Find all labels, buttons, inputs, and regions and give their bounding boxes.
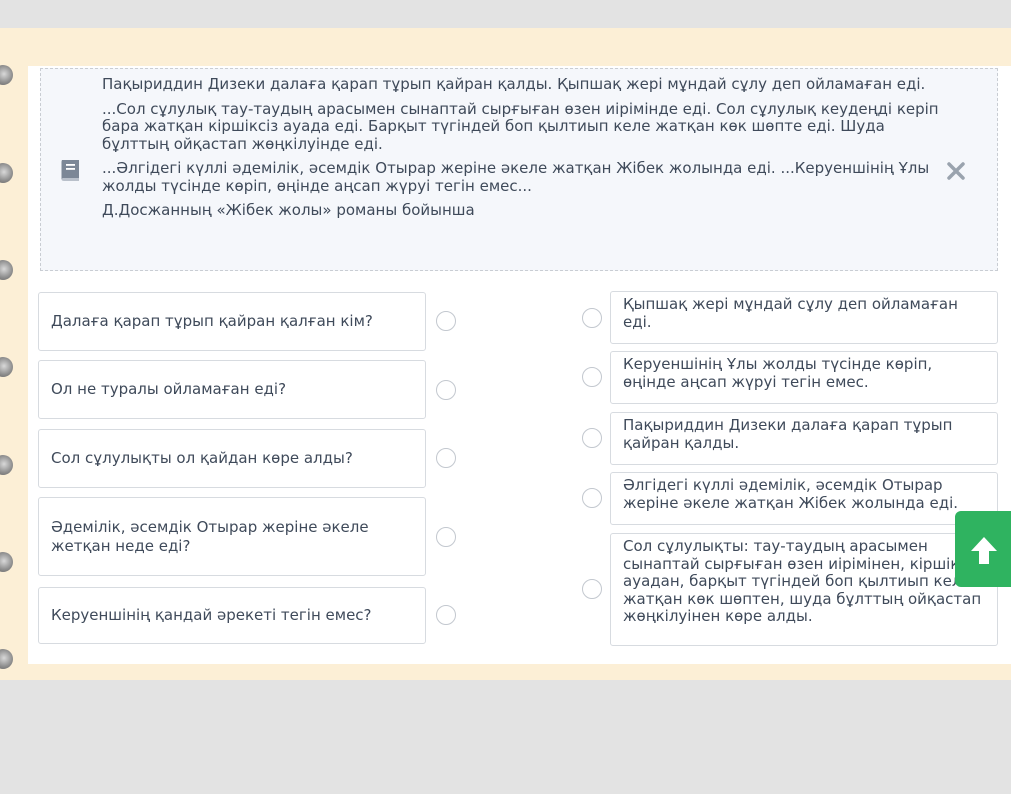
answer-card[interactable]: Әлгідегі күллі әдемілік, әсемдік Отырар …	[610, 472, 998, 525]
question-card[interactable]: Далаға қарап тұрып қайран қалған кім?	[38, 292, 426, 351]
answer-radio[interactable]	[582, 308, 602, 328]
arrow-up-icon	[971, 537, 997, 564]
question-card[interactable]: Сол сұлулықты ол қайдан көре алды?	[38, 429, 426, 488]
book-icon	[57, 157, 83, 183]
passage-paragraph: ...Әлгідегі күллі әдемілік, әсемдік Отыр…	[102, 159, 930, 195]
answer-text: Қыпшақ жері мұндай сұлу деп ойламаған ед…	[623, 295, 958, 331]
question-card[interactable]: Керуеншінің қандай әрекеті тегін емес?	[38, 587, 426, 644]
answer-card[interactable]: Пақыриддин Дизеки далаға қарап тұрып қай…	[610, 412, 998, 465]
question-text: Керуеншінің қандай әрекеті тегін емес?	[51, 606, 372, 624]
question-text: Әдемілік, әсемдік Отырар жеріне әкеле же…	[51, 517, 369, 555]
question-radio[interactable]	[436, 527, 456, 547]
answer-text: Сол сұлулықты: тау-таудың арасымен сынап…	[623, 537, 982, 625]
answer-radio[interactable]	[582, 579, 602, 599]
passage-paragraph: ...Сол сұлулық тау-таудың арасымен сынап…	[102, 99, 939, 153]
close-icon[interactable]	[944, 159, 968, 183]
question-card[interactable]: Ол не туралы ойламаған еді?	[38, 360, 426, 419]
answer-radio[interactable]	[582, 428, 602, 448]
answer-text: Керуеншінің Ұлы жолды түсінде көріп, өңі…	[623, 355, 933, 391]
answer-radio[interactable]	[582, 367, 602, 387]
passage-paragraph: Пақыриддин Дизеки далаға қарап тұрып қай…	[102, 75, 926, 93]
answer-text: Пақыриддин Дизеки далаға қарап тұрып қай…	[623, 416, 953, 452]
answer-card[interactable]: Сол сұлулықты: тау-таудың арасымен сынап…	[610, 533, 998, 646]
question-text: Сол сұлулықты ол қайдан көре алды?	[51, 449, 353, 467]
question-radio[interactable]	[436, 380, 456, 400]
question-radio[interactable]	[436, 605, 456, 625]
answer-card[interactable]: Қыпшақ жері мұндай сұлу деп ойламаған ед…	[610, 291, 998, 344]
question-radio[interactable]	[436, 448, 456, 468]
question-radio[interactable]	[436, 311, 456, 331]
answer-radio[interactable]	[582, 488, 602, 508]
passage-source: Д.Досжанның «Жібек жолы» романы бойынша	[102, 201, 475, 219]
scroll-up-button[interactable]	[955, 511, 1011, 587]
passage-text: Пақыриддин Дизеки далаға қарап тұрып қай…	[102, 75, 942, 227]
question-card[interactable]: Әдемілік, әсемдік Отырар жеріне әкеле же…	[38, 497, 426, 576]
answer-card[interactable]: Керуеншінің Ұлы жолды түсінде көріп, өңі…	[610, 351, 998, 404]
question-text: Далаға қарап тұрып қайран қалған кім?	[51, 312, 373, 330]
question-text: Ол не туралы ойламаған еді?	[51, 380, 287, 398]
answer-text: Әлгідегі күллі әдемілік, әсемдік Отырар …	[623, 476, 959, 512]
